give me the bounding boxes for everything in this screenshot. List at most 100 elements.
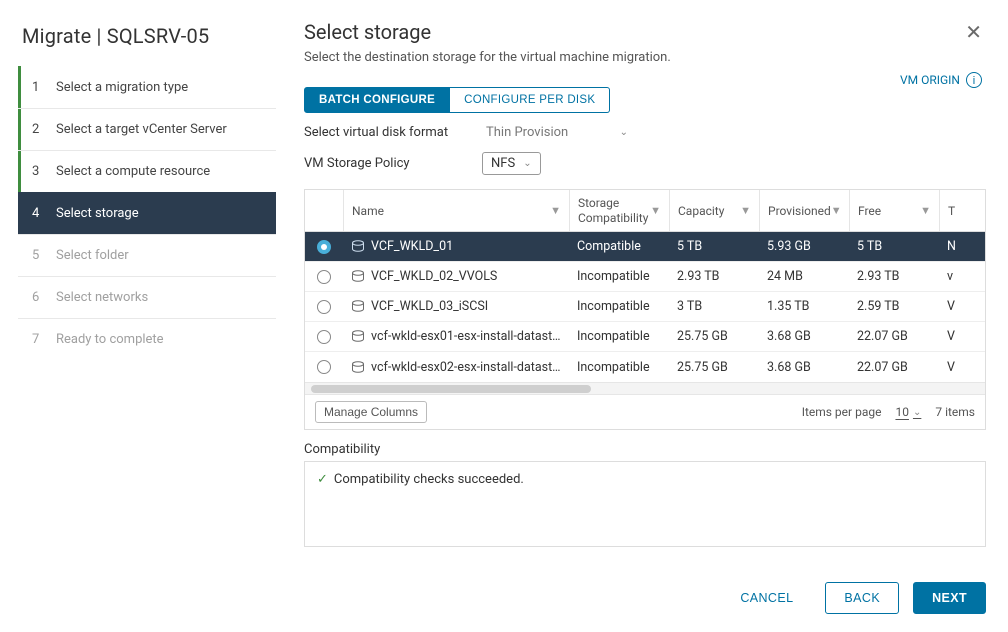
row-provisioned: 3.68 GB bbox=[759, 329, 849, 344]
wizard-step-2[interactable]: 2 Select a target vCenter Server bbox=[18, 108, 276, 150]
vm-origin-link[interactable]: VM ORIGIN i bbox=[900, 72, 982, 88]
step-label: Select a migration type bbox=[56, 80, 188, 95]
step-number: 5 bbox=[32, 248, 42, 263]
cancel-button[interactable]: CANCEL bbox=[722, 582, 811, 614]
row-compat: Incompatible bbox=[569, 269, 669, 284]
table-row[interactable]: vcf-wkld-esx01-esx-install-datastoreInco… bbox=[305, 322, 985, 352]
row-name: VCF_WKLD_02_VVOLS bbox=[343, 269, 569, 284]
step-label: Select a compute resource bbox=[56, 164, 210, 179]
vm-origin-label: VM ORIGIN bbox=[900, 73, 960, 87]
compatibility-label: Compatibility bbox=[304, 442, 986, 457]
col-select bbox=[305, 190, 343, 231]
row-name: vcf-wkld-esx01-esx-install-datastore bbox=[343, 329, 569, 344]
step-number: 7 bbox=[32, 332, 42, 347]
wizard-step-4[interactable]: 4 Select storage bbox=[18, 192, 276, 234]
step-number: 6 bbox=[32, 290, 42, 305]
next-button[interactable]: NEXT bbox=[913, 582, 986, 614]
grid-h-scrollbar[interactable] bbox=[305, 382, 985, 394]
filter-icon[interactable]: ▼ bbox=[831, 204, 842, 217]
row-radio[interactable] bbox=[305, 240, 343, 254]
row-radio[interactable] bbox=[305, 300, 343, 314]
row-compat: Incompatible bbox=[569, 329, 669, 344]
filter-icon[interactable]: ▼ bbox=[550, 204, 561, 217]
row-radio[interactable] bbox=[305, 360, 343, 374]
check-icon: ✓ bbox=[317, 472, 328, 487]
row-name: VCF_WKLD_01 bbox=[343, 239, 569, 254]
row-capacity: 5 TB bbox=[669, 239, 759, 254]
row-radio[interactable] bbox=[305, 270, 343, 284]
table-row[interactable]: vcf-wkld-esx02-esx-install-datastoreInco… bbox=[305, 352, 985, 382]
configure-mode-tabs: BATCH CONFIGURE CONFIGURE PER DISK bbox=[304, 87, 986, 113]
step-label: Ready to complete bbox=[56, 332, 164, 347]
row-name: VCF_WKLD_03_iSCSI bbox=[343, 299, 569, 314]
compatibility-panel: ✓ Compatibility checks succeeded. bbox=[304, 461, 986, 547]
storage-policy-select[interactable]: NFS ⌄ bbox=[482, 152, 541, 175]
row-free: 22.07 GB bbox=[849, 329, 939, 344]
tab-batch-configure[interactable]: BATCH CONFIGURE bbox=[304, 87, 450, 113]
row-free: 2.93 TB bbox=[849, 269, 939, 284]
row-capacity: 25.75 GB bbox=[669, 360, 759, 375]
row-trailing: V bbox=[939, 329, 969, 344]
datastore-grid: Name ▼ Storage Compatibility ▼ Capacity … bbox=[304, 189, 986, 430]
row-provisioned: 3.68 GB bbox=[759, 360, 849, 375]
step-label: Select storage bbox=[56, 206, 139, 221]
filter-icon[interactable]: ▼ bbox=[740, 204, 751, 217]
col-trailing[interactable]: T bbox=[939, 190, 969, 231]
row-free: 22.07 GB bbox=[849, 360, 939, 375]
row-trailing: v bbox=[939, 269, 969, 284]
tab-configure-per-disk[interactable]: CONFIGURE PER DISK bbox=[450, 87, 610, 113]
row-compat: Incompatible bbox=[569, 360, 669, 375]
step-label: Select networks bbox=[56, 290, 148, 305]
row-capacity: 25.75 GB bbox=[669, 329, 759, 344]
disk-format-value: Thin Provision bbox=[486, 125, 568, 140]
wizard-step-3[interactable]: 3 Select a compute resource bbox=[18, 150, 276, 192]
compatibility-msg: Compatibility checks succeeded. bbox=[334, 472, 524, 487]
row-radio[interactable] bbox=[305, 330, 343, 344]
info-icon: i bbox=[966, 72, 982, 88]
step-label: Select a target vCenter Server bbox=[56, 122, 227, 137]
storage-policy-label: VM Storage Policy bbox=[304, 156, 482, 171]
page-title: Select storage bbox=[304, 20, 431, 44]
row-free: 5 TB bbox=[849, 239, 939, 254]
col-capacity[interactable]: Capacity ▼ bbox=[669, 190, 759, 231]
close-icon[interactable]: ✕ bbox=[961, 20, 986, 44]
item-count: 7 items bbox=[935, 405, 975, 419]
table-row[interactable]: VCF_WKLD_01Compatible5 TB5.93 GB5 TBN bbox=[305, 232, 985, 262]
row-provisioned: 1.35 TB bbox=[759, 299, 849, 314]
col-name[interactable]: Name ▼ bbox=[343, 190, 569, 231]
disk-format-select[interactable]: Thin Provision ⌄ bbox=[482, 123, 632, 142]
row-name: vcf-wkld-esx02-esx-install-datastore bbox=[343, 360, 569, 375]
col-free[interactable]: Free ▼ bbox=[849, 190, 939, 231]
grid-header: Name ▼ Storage Compatibility ▼ Capacity … bbox=[305, 190, 985, 232]
items-per-page-select[interactable]: 10 ⌄ bbox=[895, 405, 921, 419]
wizard-steps: 1Select a migration type 2 Select a target… bbox=[18, 66, 276, 360]
grid-footer: Manage Columns Items per page 10 ⌄ 7 ite… bbox=[305, 394, 985, 429]
step-number: 4 bbox=[32, 206, 42, 221]
wizard-step-7: 7 Ready to complete bbox=[18, 318, 276, 360]
datastore-icon bbox=[351, 239, 371, 254]
row-trailing: V bbox=[939, 360, 969, 375]
row-capacity: 3 TB bbox=[669, 299, 759, 314]
col-storage-compat[interactable]: Storage Compatibility ▼ bbox=[569, 190, 669, 231]
step-number: 3 bbox=[32, 164, 42, 179]
storage-policy-value: NFS bbox=[491, 156, 515, 171]
wizard-actions: CANCEL BACK NEXT bbox=[304, 560, 986, 614]
row-compat: Incompatible bbox=[569, 299, 669, 314]
step-number: 2 bbox=[32, 122, 42, 137]
chevron-down-icon: ⌄ bbox=[523, 158, 531, 169]
filter-icon[interactable]: ▼ bbox=[650, 204, 661, 217]
disk-format-label: Select virtual disk format bbox=[304, 125, 482, 140]
datastore-icon bbox=[351, 329, 371, 344]
table-row[interactable]: VCF_WKLD_03_iSCSIIncompatible3 TB1.35 TB… bbox=[305, 292, 985, 322]
row-provisioned: 5.93 GB bbox=[759, 239, 849, 254]
row-compat: Compatible bbox=[569, 239, 669, 254]
wizard-step-1[interactable]: 1Select a migration type bbox=[18, 66, 276, 108]
wizard-step-5: 5Select folder bbox=[18, 234, 276, 276]
back-button[interactable]: BACK bbox=[825, 582, 899, 614]
filter-icon[interactable]: ▼ bbox=[920, 204, 931, 217]
items-per-page-label: Items per page bbox=[802, 405, 882, 419]
col-provisioned[interactable]: Provisioned ▼ bbox=[759, 190, 849, 231]
datastore-icon bbox=[351, 360, 371, 375]
table-row[interactable]: VCF_WKLD_02_VVOLSIncompatible2.93 TB24 M… bbox=[305, 262, 985, 292]
manage-columns-button[interactable]: Manage Columns bbox=[315, 401, 427, 423]
